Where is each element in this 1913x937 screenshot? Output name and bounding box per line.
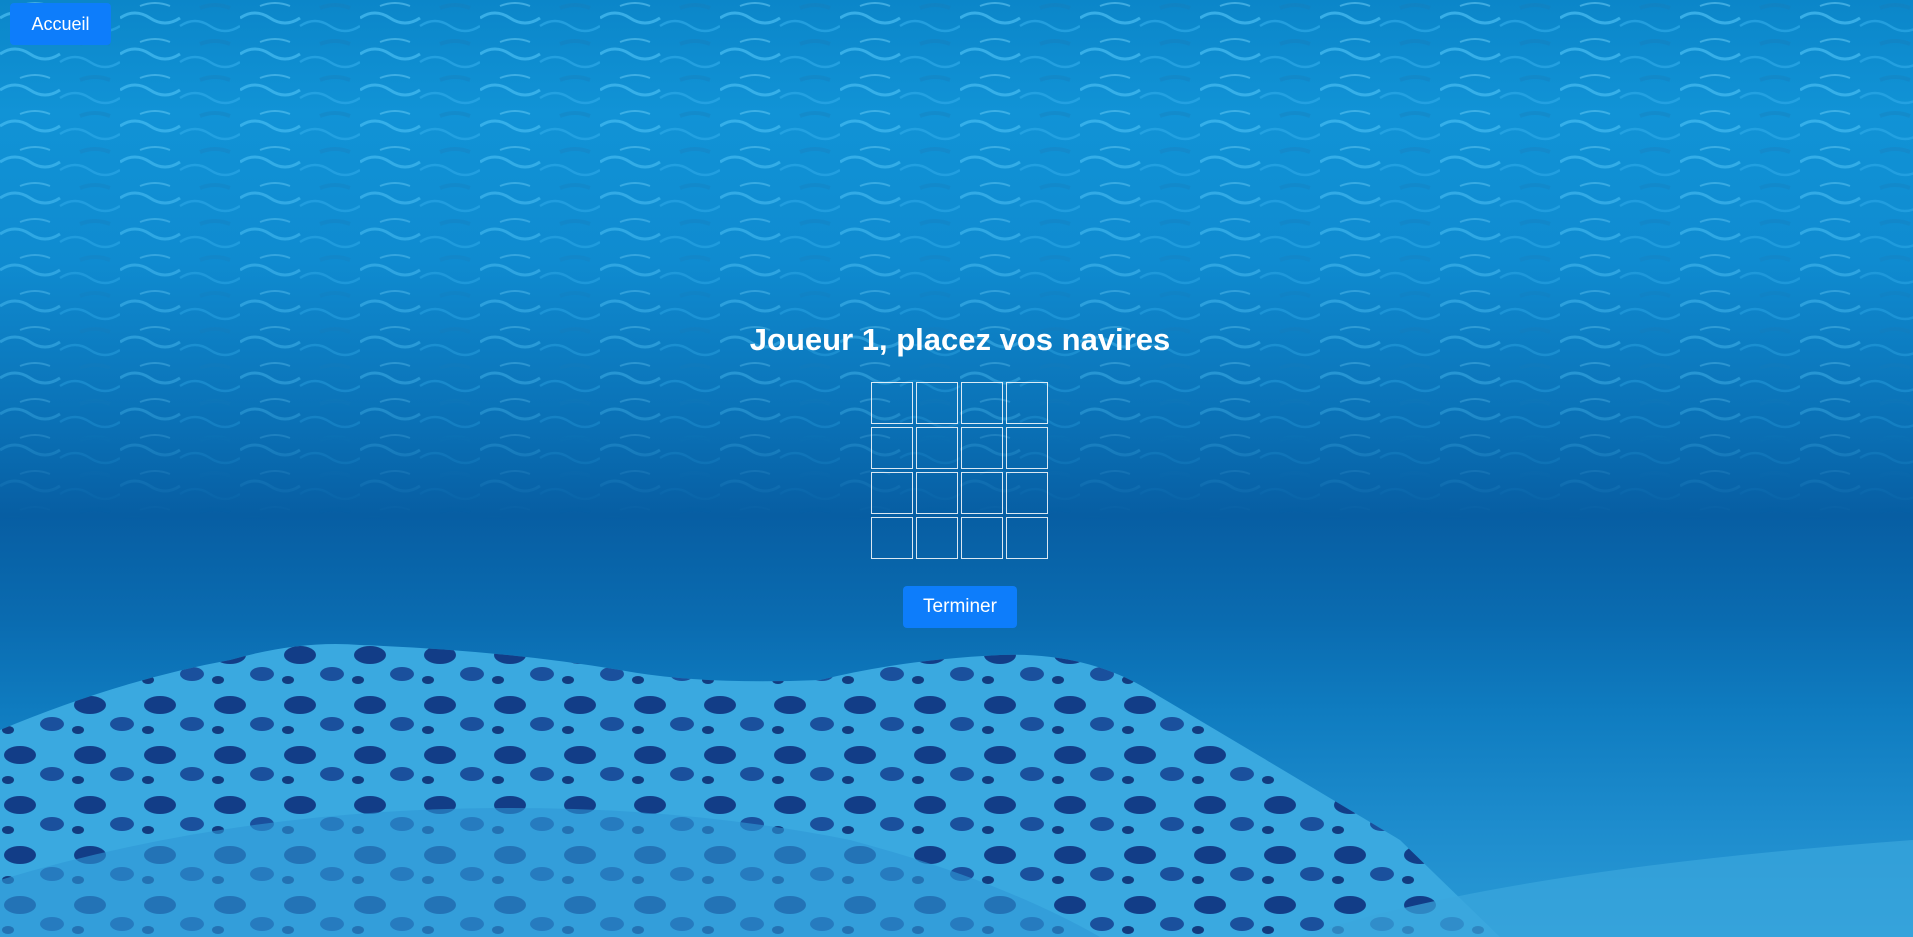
grid-cell[interactable] bbox=[961, 472, 1003, 514]
seafloor-rocks bbox=[0, 644, 1913, 937]
grid-cell[interactable] bbox=[916, 427, 958, 469]
home-button[interactable]: Accueil bbox=[10, 3, 111, 45]
grid-cell[interactable] bbox=[916, 517, 958, 559]
grid-cell[interactable] bbox=[1006, 472, 1048, 514]
grid-cell[interactable] bbox=[871, 427, 913, 469]
finish-button[interactable]: Terminer bbox=[903, 586, 1017, 628]
grid-cell[interactable] bbox=[916, 472, 958, 514]
grid-cell[interactable] bbox=[961, 517, 1003, 559]
ship-placement-grid bbox=[871, 382, 1050, 559]
grid-cell[interactable] bbox=[871, 517, 913, 559]
grid-cell[interactable] bbox=[871, 382, 913, 424]
grid-cell[interactable] bbox=[916, 382, 958, 424]
placement-instruction-title: Joueur 1, placez vos navires bbox=[749, 322, 1171, 357]
grid-cell[interactable] bbox=[1006, 427, 1048, 469]
grid-cell[interactable] bbox=[961, 427, 1003, 469]
grid-cell[interactable] bbox=[961, 382, 1003, 424]
grid-cell[interactable] bbox=[1006, 382, 1048, 424]
grid-cell[interactable] bbox=[871, 472, 913, 514]
grid-cell[interactable] bbox=[1006, 517, 1048, 559]
underwater-background: Accueil Joueur 1, placez vos navires Ter… bbox=[0, 0, 1913, 937]
